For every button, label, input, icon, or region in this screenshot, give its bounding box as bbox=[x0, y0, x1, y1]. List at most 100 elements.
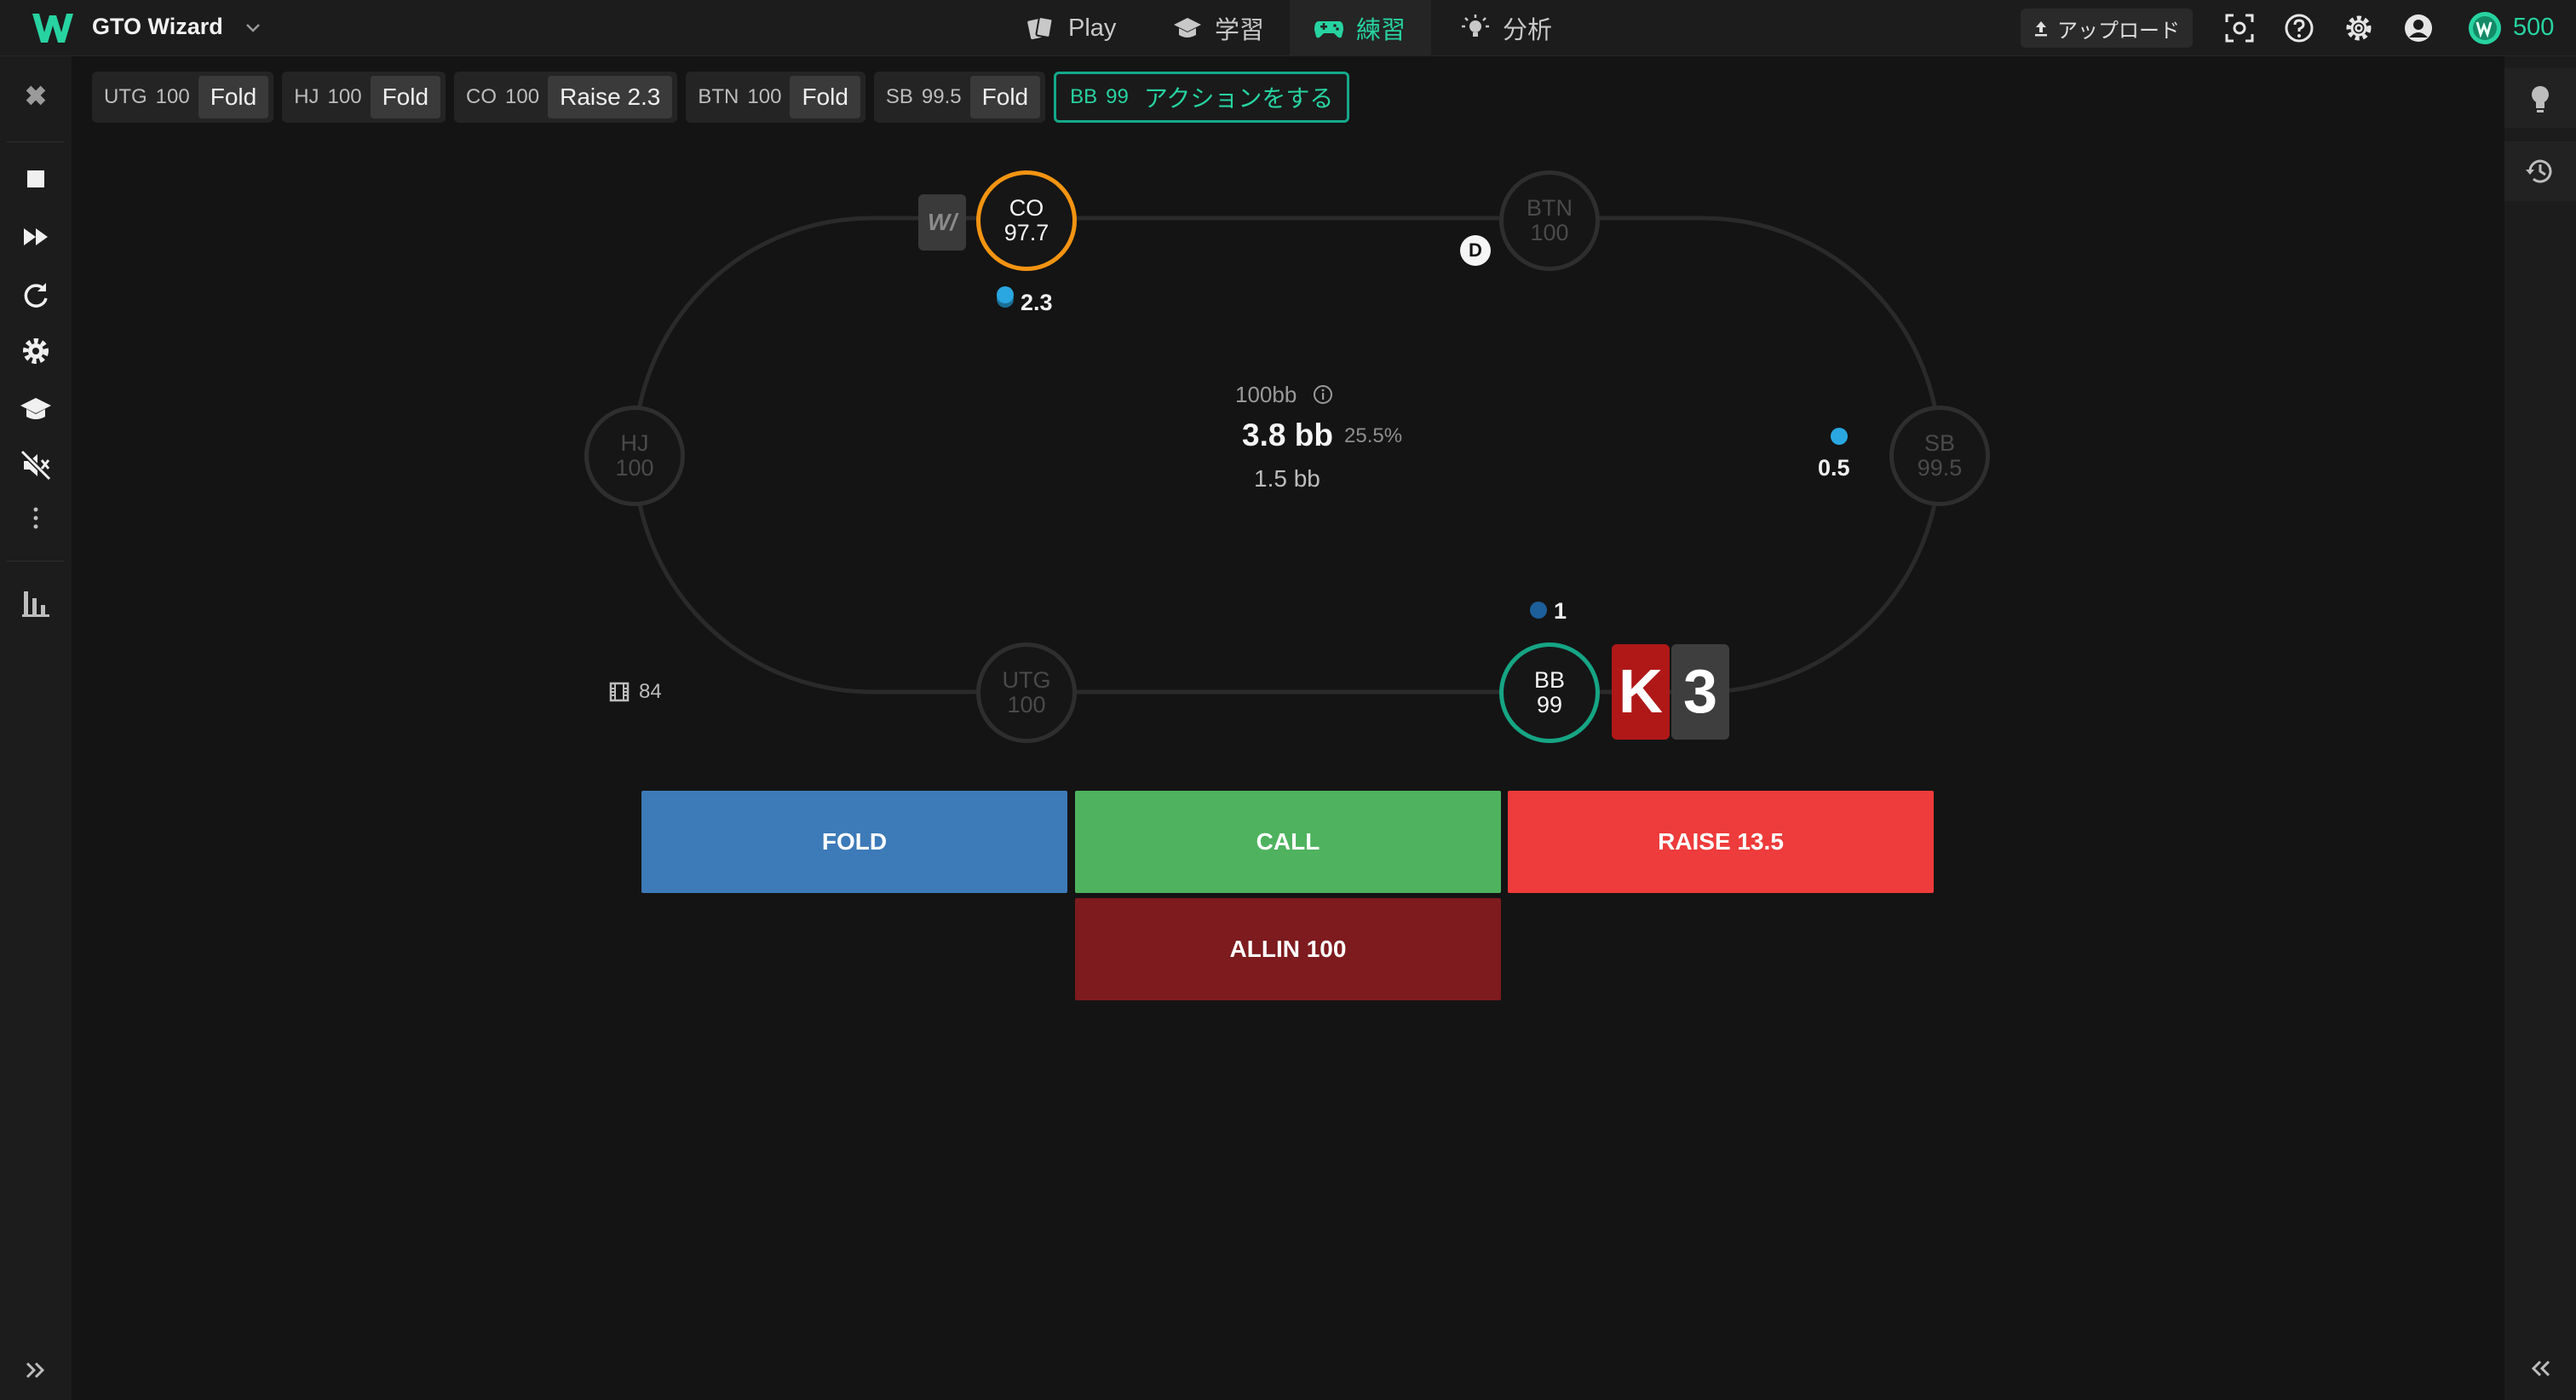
bet-bb: 1 bbox=[1554, 598, 1567, 624]
hand-counter: 84 bbox=[608, 680, 662, 704]
history-action: Fold bbox=[370, 76, 441, 118]
help-icon[interactable] bbox=[2283, 12, 2315, 44]
history-position: HJ bbox=[294, 85, 319, 108]
history-item-co[interactable]: CO 100 Raise 2.3 bbox=[454, 72, 678, 123]
refresh-icon[interactable] bbox=[17, 276, 55, 314]
fast-forward-icon[interactable] bbox=[17, 218, 55, 256]
history-item-utg[interactable]: UTG 100 Fold bbox=[92, 72, 274, 123]
left-sidebar bbox=[0, 56, 72, 1400]
puzzle-icon[interactable] bbox=[17, 80, 55, 118]
study-mode-icon[interactable] bbox=[17, 390, 55, 428]
history-stack: 99 bbox=[1106, 85, 1129, 108]
bet-sb: 0.5 bbox=[1818, 455, 1850, 481]
history-position: SB bbox=[885, 85, 913, 108]
tab-study-label: 学習 bbox=[1215, 17, 1265, 44]
pot-main: 1.5 bb bbox=[1254, 465, 1320, 492]
seat-hj: HJ 100 bbox=[584, 406, 685, 506]
history-position: CO bbox=[466, 85, 497, 108]
dealer-button: D bbox=[1460, 235, 1491, 266]
history-button[interactable] bbox=[2504, 141, 2576, 201]
tab-practice-label: 練習 bbox=[1356, 17, 1406, 44]
stop-icon[interactable] bbox=[17, 160, 55, 198]
action-history: UTG 100 Fold HJ 100 Fold CO 100 Raise 2.… bbox=[92, 72, 1350, 123]
tab-play[interactable]: Play bbox=[1002, 0, 1140, 56]
expand-sidebar-icon[interactable] bbox=[17, 1351, 55, 1389]
history-position: BB bbox=[1070, 85, 1098, 108]
seat-name: CO bbox=[1009, 195, 1044, 221]
action-prompt: アクションをする bbox=[1143, 85, 1334, 112]
history-item-sb[interactable]: SB 99.5 Fold bbox=[873, 72, 1046, 123]
history-stack: 100 bbox=[747, 85, 782, 108]
upload-button[interactable]: アップロード bbox=[2021, 9, 2193, 48]
poker-table-outline bbox=[632, 216, 1942, 694]
seat-name: HJ bbox=[620, 430, 649, 456]
tab-play-label: Play bbox=[1068, 14, 1117, 42]
history-item-btn[interactable]: BTN 100 Fold bbox=[686, 72, 865, 123]
screenshot-icon[interactable] bbox=[2223, 12, 2256, 44]
history-item-hj[interactable]: HJ 100 Fold bbox=[282, 72, 446, 123]
seat-sb: SB 99.5 bbox=[1889, 406, 1990, 506]
seat-btn: BTN 100 bbox=[1499, 170, 1600, 271]
seat-co: CO 97.7 bbox=[976, 170, 1077, 271]
seat-stack: 99.5 bbox=[1917, 455, 1963, 481]
seat-bb-hero: BB 99 bbox=[1499, 642, 1600, 743]
fold-button[interactable]: FOLD bbox=[641, 791, 1067, 893]
history-position: UTG bbox=[104, 85, 147, 108]
allin-button[interactable]: ALLIN 100 bbox=[1075, 898, 1501, 1000]
seat-stack: 99 bbox=[1536, 692, 1563, 717]
history-action: Raise 2.3 bbox=[548, 76, 673, 118]
history-action: Fold bbox=[969, 76, 1041, 118]
chevron-down-icon[interactable] bbox=[242, 17, 264, 39]
raise-button[interactable]: RAISE 13.5 bbox=[1508, 791, 1934, 893]
settings-gear-icon[interactable] bbox=[2343, 12, 2375, 44]
bet-co: 2.3 bbox=[1021, 290, 1053, 315]
film-icon bbox=[609, 682, 630, 702]
graduation-cap-icon bbox=[1174, 18, 1201, 37]
hero-card: K bbox=[1612, 644, 1670, 740]
gamepad-icon bbox=[1314, 21, 1343, 38]
pot-total: 3.8 bb bbox=[1242, 418, 1333, 452]
right-sidebar bbox=[2504, 56, 2576, 1400]
seat-name: UTG bbox=[1002, 667, 1051, 693]
seat-utg: UTG 100 bbox=[976, 642, 1077, 743]
app-title[interactable]: GTO Wizard bbox=[92, 14, 223, 40]
coin-icon[interactable] bbox=[2467, 10, 2503, 46]
history-position: BTN bbox=[698, 85, 739, 108]
gear-icon[interactable] bbox=[17, 332, 55, 370]
chip-icon bbox=[997, 286, 1014, 303]
seat-name: SB bbox=[1923, 430, 1956, 456]
tab-practice[interactable]: 練習 bbox=[1290, 0, 1431, 56]
call-button[interactable]: CALL bbox=[1075, 791, 1501, 893]
gto-wizard-logo[interactable] bbox=[31, 10, 75, 46]
top-bar: GTO Wizard Play 学習 練習 分析 アップロード 500 bbox=[0, 0, 2576, 56]
mute-icon[interactable] bbox=[17, 447, 55, 484]
seat-name: BB bbox=[1533, 667, 1566, 693]
history-stack: 99.5 bbox=[921, 85, 962, 108]
chip-icon bbox=[1831, 428, 1848, 445]
seat-stack: 100 bbox=[1530, 220, 1569, 245]
account-icon[interactable] bbox=[2402, 12, 2435, 44]
tab-analysis-label: 分析 bbox=[1503, 17, 1553, 44]
history-action: Fold bbox=[790, 76, 860, 118]
collapse-sidebar-icon[interactable] bbox=[2523, 1351, 2557, 1386]
info-icon[interactable] bbox=[1312, 383, 1334, 406]
seat-stack: 97.7 bbox=[1003, 220, 1049, 245]
history-item-bb-current[interactable]: BB 99 アクションをする bbox=[1054, 72, 1350, 123]
folded-cards-icon: W/ bbox=[918, 194, 966, 251]
effective-stack: 100bb bbox=[1235, 382, 1297, 407]
hint-button[interactable] bbox=[2504, 68, 2576, 128]
history-stack: 100 bbox=[505, 85, 540, 108]
upload-label: アップロード bbox=[2057, 19, 2180, 43]
chip-icon bbox=[1530, 602, 1547, 619]
lightbulb-icon bbox=[1462, 14, 1489, 37]
upload-icon bbox=[2035, 21, 2047, 37]
cards-icon bbox=[1027, 16, 1054, 40]
tab-analysis[interactable]: 分析 bbox=[1436, 0, 1576, 56]
more-options-icon[interactable] bbox=[17, 499, 55, 537]
history-stack: 100 bbox=[155, 85, 190, 108]
tab-study[interactable]: 学習 bbox=[1148, 0, 1288, 56]
history-action: Fold bbox=[198, 76, 269, 118]
lightbulb-icon bbox=[2532, 86, 2549, 112]
history-icon bbox=[2526, 159, 2552, 183]
bar-chart-icon[interactable] bbox=[17, 585, 55, 622]
